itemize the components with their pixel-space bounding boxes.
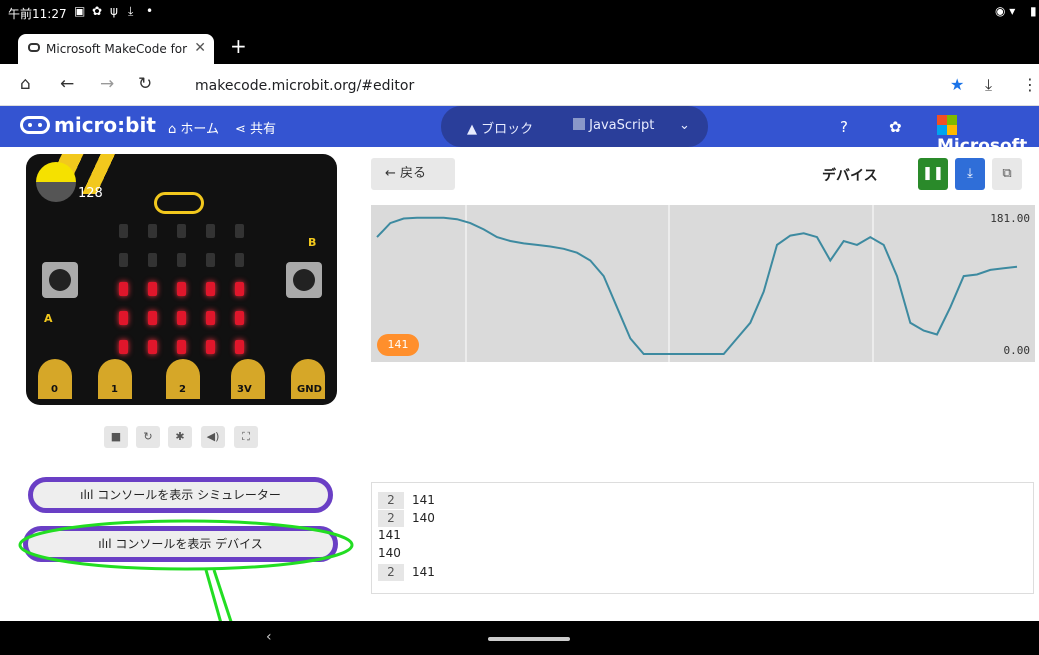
serial-console[interactable]: 2 141 2 140 141 140 2 141 bbox=[371, 482, 1034, 594]
serial-chart bbox=[371, 205, 1035, 362]
console-line: 2 141 bbox=[378, 564, 435, 581]
current-value-badge: 141 bbox=[377, 334, 419, 356]
repeat-count-badge: 2 bbox=[378, 510, 404, 527]
download-icon: ⤓ bbox=[967, 166, 973, 181]
chart-series-line bbox=[376, 216, 1018, 355]
copy-icon: ⧉ bbox=[1002, 166, 1012, 181]
copy-button[interactable]: ⧉ bbox=[992, 158, 1022, 190]
console-value: 141 bbox=[378, 528, 401, 542]
console-line: 2 141 bbox=[378, 492, 435, 509]
console-line: 141 bbox=[378, 528, 401, 545]
console-line: 2 140 bbox=[378, 510, 435, 527]
device-label: デバイス bbox=[822, 168, 878, 184]
console-line: 140 bbox=[378, 546, 401, 563]
home-gesture-bar[interactable] bbox=[488, 637, 570, 641]
pause-button[interactable]: ❚❚ bbox=[918, 158, 948, 190]
back-button[interactable]: ← 戻る bbox=[371, 158, 455, 190]
repeat-count-badge: 2 bbox=[378, 564, 404, 581]
console-value: 141 bbox=[412, 565, 435, 579]
download-data-button[interactable]: ⤓ bbox=[955, 158, 985, 190]
system-nav-bar: ‹ bbox=[0, 621, 1039, 655]
nav-back-icon[interactable]: ‹ bbox=[266, 629, 272, 645]
pause-icon: ❚❚ bbox=[922, 166, 944, 181]
console-value: 140 bbox=[412, 511, 435, 525]
repeat-count-badge: 2 bbox=[378, 492, 404, 509]
chart-max-label: 181.00 bbox=[990, 212, 1030, 225]
console-value: 141 bbox=[412, 493, 435, 507]
chart-min-label: 0.00 bbox=[1003, 344, 1031, 357]
console-value: 140 bbox=[378, 546, 401, 560]
